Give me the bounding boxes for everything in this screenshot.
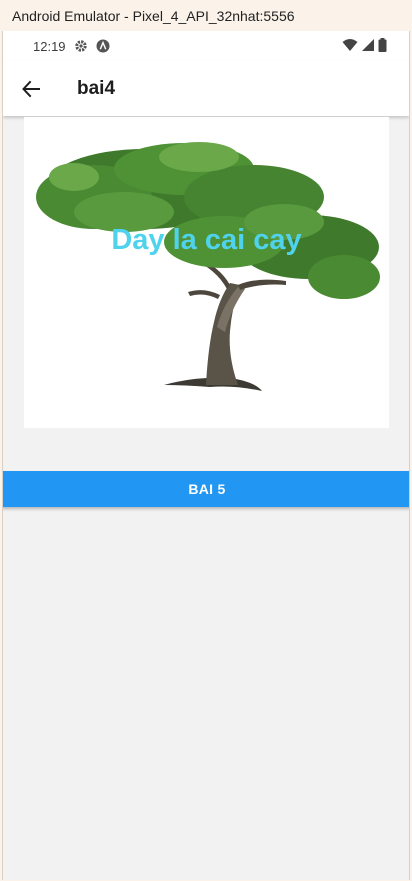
emulator-window: Android Emulator - Pixel_4_API_32nhat:55… bbox=[0, 0, 412, 881]
signal-icon bbox=[361, 38, 375, 55]
page-title: bai4 bbox=[77, 77, 116, 99]
app-bar: bai4 bbox=[3, 61, 409, 116]
overlay-text: Day la cai cay bbox=[111, 224, 302, 256]
bai5-button[interactable]: BAI 5 bbox=[3, 471, 409, 507]
tree-image: Day la cai cay bbox=[24, 117, 389, 428]
a-icon bbox=[96, 39, 110, 53]
status-icons-right bbox=[342, 37, 387, 55]
device-screen: 12:19 bai4 Day la cai cay BAI 5 bbox=[2, 31, 410, 880]
emulator-titlebar: Android Emulator - Pixel_4_API_32nhat:55… bbox=[0, 0, 412, 31]
wifi-icon bbox=[342, 38, 358, 55]
gear-icon bbox=[74, 39, 88, 53]
emulator-title: Android Emulator - Pixel_4_API_32nhat:55… bbox=[12, 7, 295, 24]
tree-illustration bbox=[36, 142, 380, 391]
status-time: 12:19 bbox=[33, 38, 66, 54]
battery-icon bbox=[378, 37, 387, 55]
status-bar: 12:19 bbox=[3, 31, 409, 61]
back-button[interactable] bbox=[3, 61, 59, 116]
arrow-back-icon bbox=[22, 80, 40, 97]
